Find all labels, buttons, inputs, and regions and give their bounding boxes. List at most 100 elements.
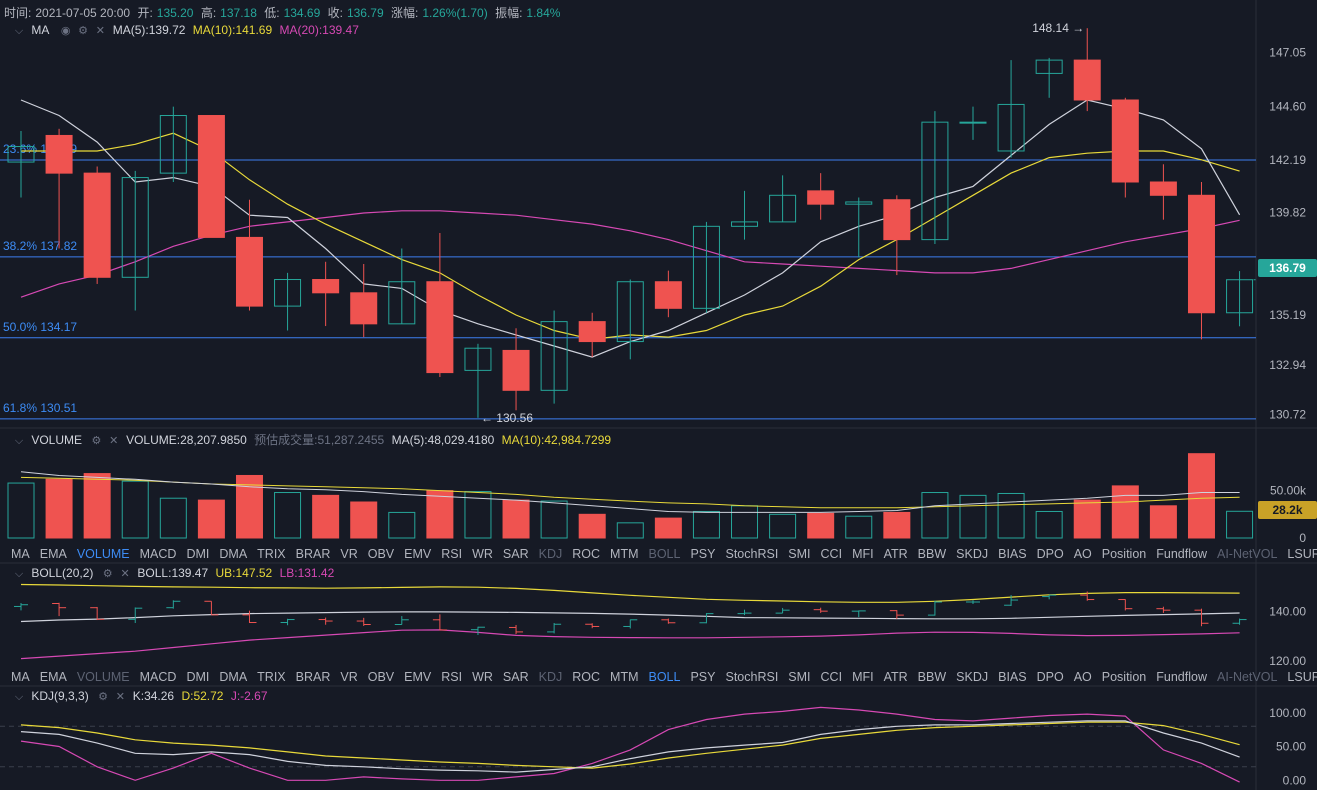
volume-bar [274,492,302,539]
tab-dmi[interactable]: DMI [181,670,214,684]
tab-position[interactable]: Position [1097,547,1151,561]
ma10-value: MA(10):141.69 [192,23,273,37]
change-value: 1.26%(1.70) [422,6,488,20]
collapse-chevron-icon[interactable]: ⌵ [14,435,24,448]
tab-smi[interactable]: SMI [783,670,815,684]
volume-bar [1149,505,1177,539]
tab-obv[interactable]: OBV [363,547,399,561]
tab-sar[interactable]: SAR [498,547,534,561]
tab-skdj[interactable]: SKDJ [951,670,993,684]
volume-bar [921,492,949,539]
tab-brar[interactable]: BRAR [291,670,336,684]
tab-cci[interactable]: CCI [816,547,848,561]
tab-wr[interactable]: WR [467,670,498,684]
tab-dma[interactable]: DMA [214,547,252,561]
volume-bar [883,511,911,539]
tab-ema[interactable]: EMA [35,547,72,561]
tab-ma[interactable]: MA [6,670,35,684]
tab-rsi[interactable]: RSI [436,670,467,684]
tab-ai-netvol[interactable]: AI-NetVOL [1212,547,1282,561]
tab-bias[interactable]: BIAS [993,547,1032,561]
tab-stochrsi[interactable]: StochRSI [720,670,783,684]
settings-gear-icon[interactable]: ⚙ [98,690,108,703]
tab-ai-netvol[interactable]: AI-NetVOL [1212,670,1282,684]
tab-dmi[interactable]: DMI [181,547,214,561]
volume-tick-label: 0 [1299,531,1306,545]
tab-position[interactable]: Position [1097,670,1151,684]
tab-obv[interactable]: OBV [363,670,399,684]
candle-body [83,172,111,278]
tab-ema[interactable]: EMA [35,670,72,684]
tab-smi[interactable]: SMI [783,547,815,561]
tab-roc[interactable]: ROC [567,670,605,684]
tab-lsur[interactable]: LSUR [1282,670,1317,684]
tab-bbw[interactable]: BBW [913,670,951,684]
volume-bar [1073,499,1101,539]
tab-psy[interactable]: PSY [685,670,720,684]
tab-lsur[interactable]: LSUR [1282,547,1317,561]
tab-boll[interactable]: BOLL [644,670,686,684]
candle-body [197,115,225,238]
tab-mfi[interactable]: MFI [847,670,879,684]
tab-fundflow[interactable]: Fundflow [1151,547,1212,561]
tab-vr[interactable]: VR [335,547,362,561]
tab-skdj[interactable]: SKDJ [951,547,993,561]
tab-kdj[interactable]: KDJ [534,547,568,561]
tab-trix[interactable]: TRIX [252,670,290,684]
low-price-marker: ← 130.56 [481,411,533,425]
tab-stochrsi[interactable]: StochRSI [720,547,783,561]
tab-rsi[interactable]: RSI [436,547,467,561]
volume-bar [388,511,416,539]
tab-bias[interactable]: BIAS [993,670,1032,684]
collapse-chevron-icon[interactable]: ⌵ [14,568,24,581]
tab-ao[interactable]: AO [1069,670,1097,684]
tab-ma[interactable]: MA [6,547,35,561]
volume-bar [7,482,35,539]
volume-bar [502,499,530,539]
tab-emv[interactable]: EMV [399,547,436,561]
close-icon[interactable]: ✕ [95,24,105,37]
tab-emv[interactable]: EMV [399,670,436,684]
tab-volume[interactable]: VOLUME [72,670,135,684]
tab-macd[interactable]: MACD [135,670,182,684]
price-tick-label: 135.19 [1269,308,1306,322]
tab-ao[interactable]: AO [1069,547,1097,561]
volume-bar [997,492,1025,539]
tab-macd[interactable]: MACD [135,547,182,561]
tab-psy[interactable]: PSY [685,547,720,561]
collapse-chevron-icon[interactable]: ⌵ [14,25,24,38]
tab-dma[interactable]: DMA [214,670,252,684]
volume-bar [845,515,873,539]
tab-volume[interactable]: VOLUME [72,547,135,561]
tab-atr[interactable]: ATR [879,670,913,684]
volume-value: VOLUME:28,207.9850 [126,433,247,447]
tab-dpo[interactable]: DPO [1032,547,1069,561]
tab-fundflow[interactable]: Fundflow [1151,670,1212,684]
settings-gear-icon[interactable]: ⚙ [91,434,101,447]
tab-sar[interactable]: SAR [498,670,534,684]
close-icon[interactable]: ✕ [120,567,130,580]
tab-mfi[interactable]: MFI [847,547,879,561]
tab-mtm[interactable]: MTM [605,670,643,684]
tab-mtm[interactable]: MTM [605,547,643,561]
tab-atr[interactable]: ATR [879,547,913,561]
tab-trix[interactable]: TRIX [252,547,290,561]
close-icon[interactable]: ✕ [115,690,125,703]
settings-gear-icon[interactable]: ⚙ [78,24,88,37]
collapse-chevron-icon[interactable]: ⌵ [14,691,24,704]
tab-boll[interactable]: BOLL [644,547,686,561]
tab-kdj[interactable]: KDJ [534,670,568,684]
close-icon[interactable]: ✕ [109,434,119,447]
tab-dpo[interactable]: DPO [1032,670,1069,684]
volume-bar [45,478,73,539]
boll-ub: UB:147.52 [215,566,273,580]
settings-gear-icon[interactable]: ⚙ [103,567,113,580]
eye-icon[interactable]: ◉ [61,24,71,37]
tab-roc[interactable]: ROC [567,547,605,561]
tab-brar[interactable]: BRAR [291,547,336,561]
tab-wr[interactable]: WR [467,547,498,561]
indicator-tabs-row-2: MA EMA VOLUME MACD DMI DMA TRIX BRAR VR OBV EMV RSI… [0,667,1317,687]
tab-bbw[interactable]: BBW [913,547,951,561]
tab-cci[interactable]: CCI [816,670,848,684]
tab-vr[interactable]: VR [335,670,362,684]
